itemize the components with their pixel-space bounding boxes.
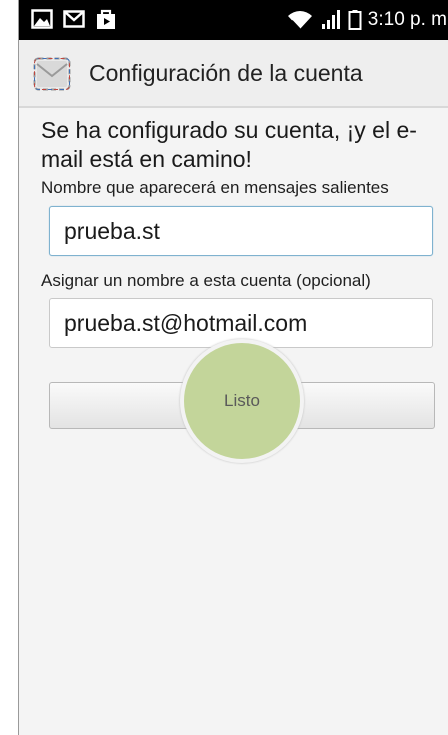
- status-bar: 3:10 p. m: [19, 0, 448, 40]
- shopping-bag-icon: [97, 9, 115, 29]
- account-name-label: Asignar un nombre a esta cuenta (opciona…: [41, 271, 371, 290]
- battery-icon: [348, 10, 362, 30]
- notification-icons: [31, 8, 117, 30]
- gallery-icon: [31, 9, 53, 29]
- sender-name-label: Nombre que aparecerá en mensajes salient…: [41, 178, 389, 197]
- setup-complete-message: Se ha configurado su cuenta, ¡y el e-mai…: [41, 117, 417, 172]
- sender-name-value: prueba.st: [64, 217, 160, 244]
- wifi-icon: [287, 11, 312, 30]
- signal-icon: [321, 10, 340, 29]
- system-status: 3:10 p. m: [286, 0, 448, 40]
- clock: 3:10 p. m: [367, 9, 447, 30]
- account-name-value: prueba.st@hotmail.com: [64, 309, 308, 336]
- page-title: Configuración de la cuenta: [89, 60, 363, 86]
- done-button-label: Listo: [224, 391, 260, 410]
- phone-screen: 3:10 p. m Configuración de la cuenta Se …: [18, 0, 448, 735]
- gmail-icon: [63, 10, 85, 28]
- mail-envelope-icon[interactable]: [33, 56, 71, 92]
- action-bar: Configuración de la cuenta: [19, 40, 448, 108]
- sender-name-field[interactable]: prueba.st: [49, 206, 433, 256]
- touch-indicator[interactable]: Listo: [180, 339, 304, 463]
